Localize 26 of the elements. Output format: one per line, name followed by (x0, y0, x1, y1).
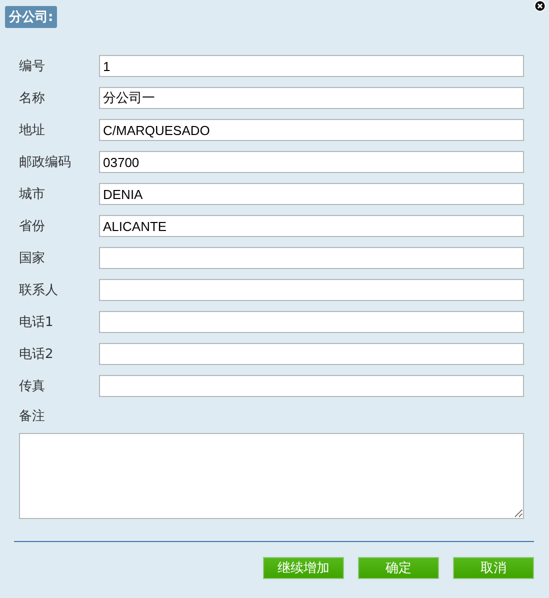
input-field[interactable] (99, 343, 524, 365)
dialog-title: 分公司: (5, 6, 58, 28)
notes-field[interactable] (19, 433, 524, 519)
field-label: 国家 (19, 250, 46, 267)
field-label: 电话2 (19, 346, 54, 363)
input-field[interactable] (99, 311, 524, 333)
field-label: 省份 (19, 218, 46, 235)
field-label: 备注 (19, 408, 46, 426)
field-label: 联系人 (19, 282, 59, 299)
field-label: 编号 (19, 58, 46, 75)
field-label: 城市 (19, 186, 46, 203)
input-field[interactable] (99, 279, 524, 301)
input-field[interactable]: 03700 (99, 151, 524, 173)
field-label: 传真 (19, 378, 46, 395)
input-field[interactable]: ALICANTE (99, 215, 524, 237)
field-label: 邮政编码 (19, 154, 72, 171)
input-field[interactable]: DENIA (99, 183, 524, 205)
input-field[interactable] (99, 375, 524, 397)
field-label: 名称 (19, 90, 46, 107)
close-icon[interactable] (531, 0, 549, 12)
input-field[interactable]: C/MARQUESADO (99, 119, 524, 141)
input-field[interactable]: 分公司一 (99, 87, 524, 109)
input-field[interactable] (99, 247, 524, 269)
field-label: 电话1 (19, 314, 54, 331)
field-label: 地址 (19, 122, 46, 139)
input-field[interactable]: 1 (99, 55, 524, 77)
